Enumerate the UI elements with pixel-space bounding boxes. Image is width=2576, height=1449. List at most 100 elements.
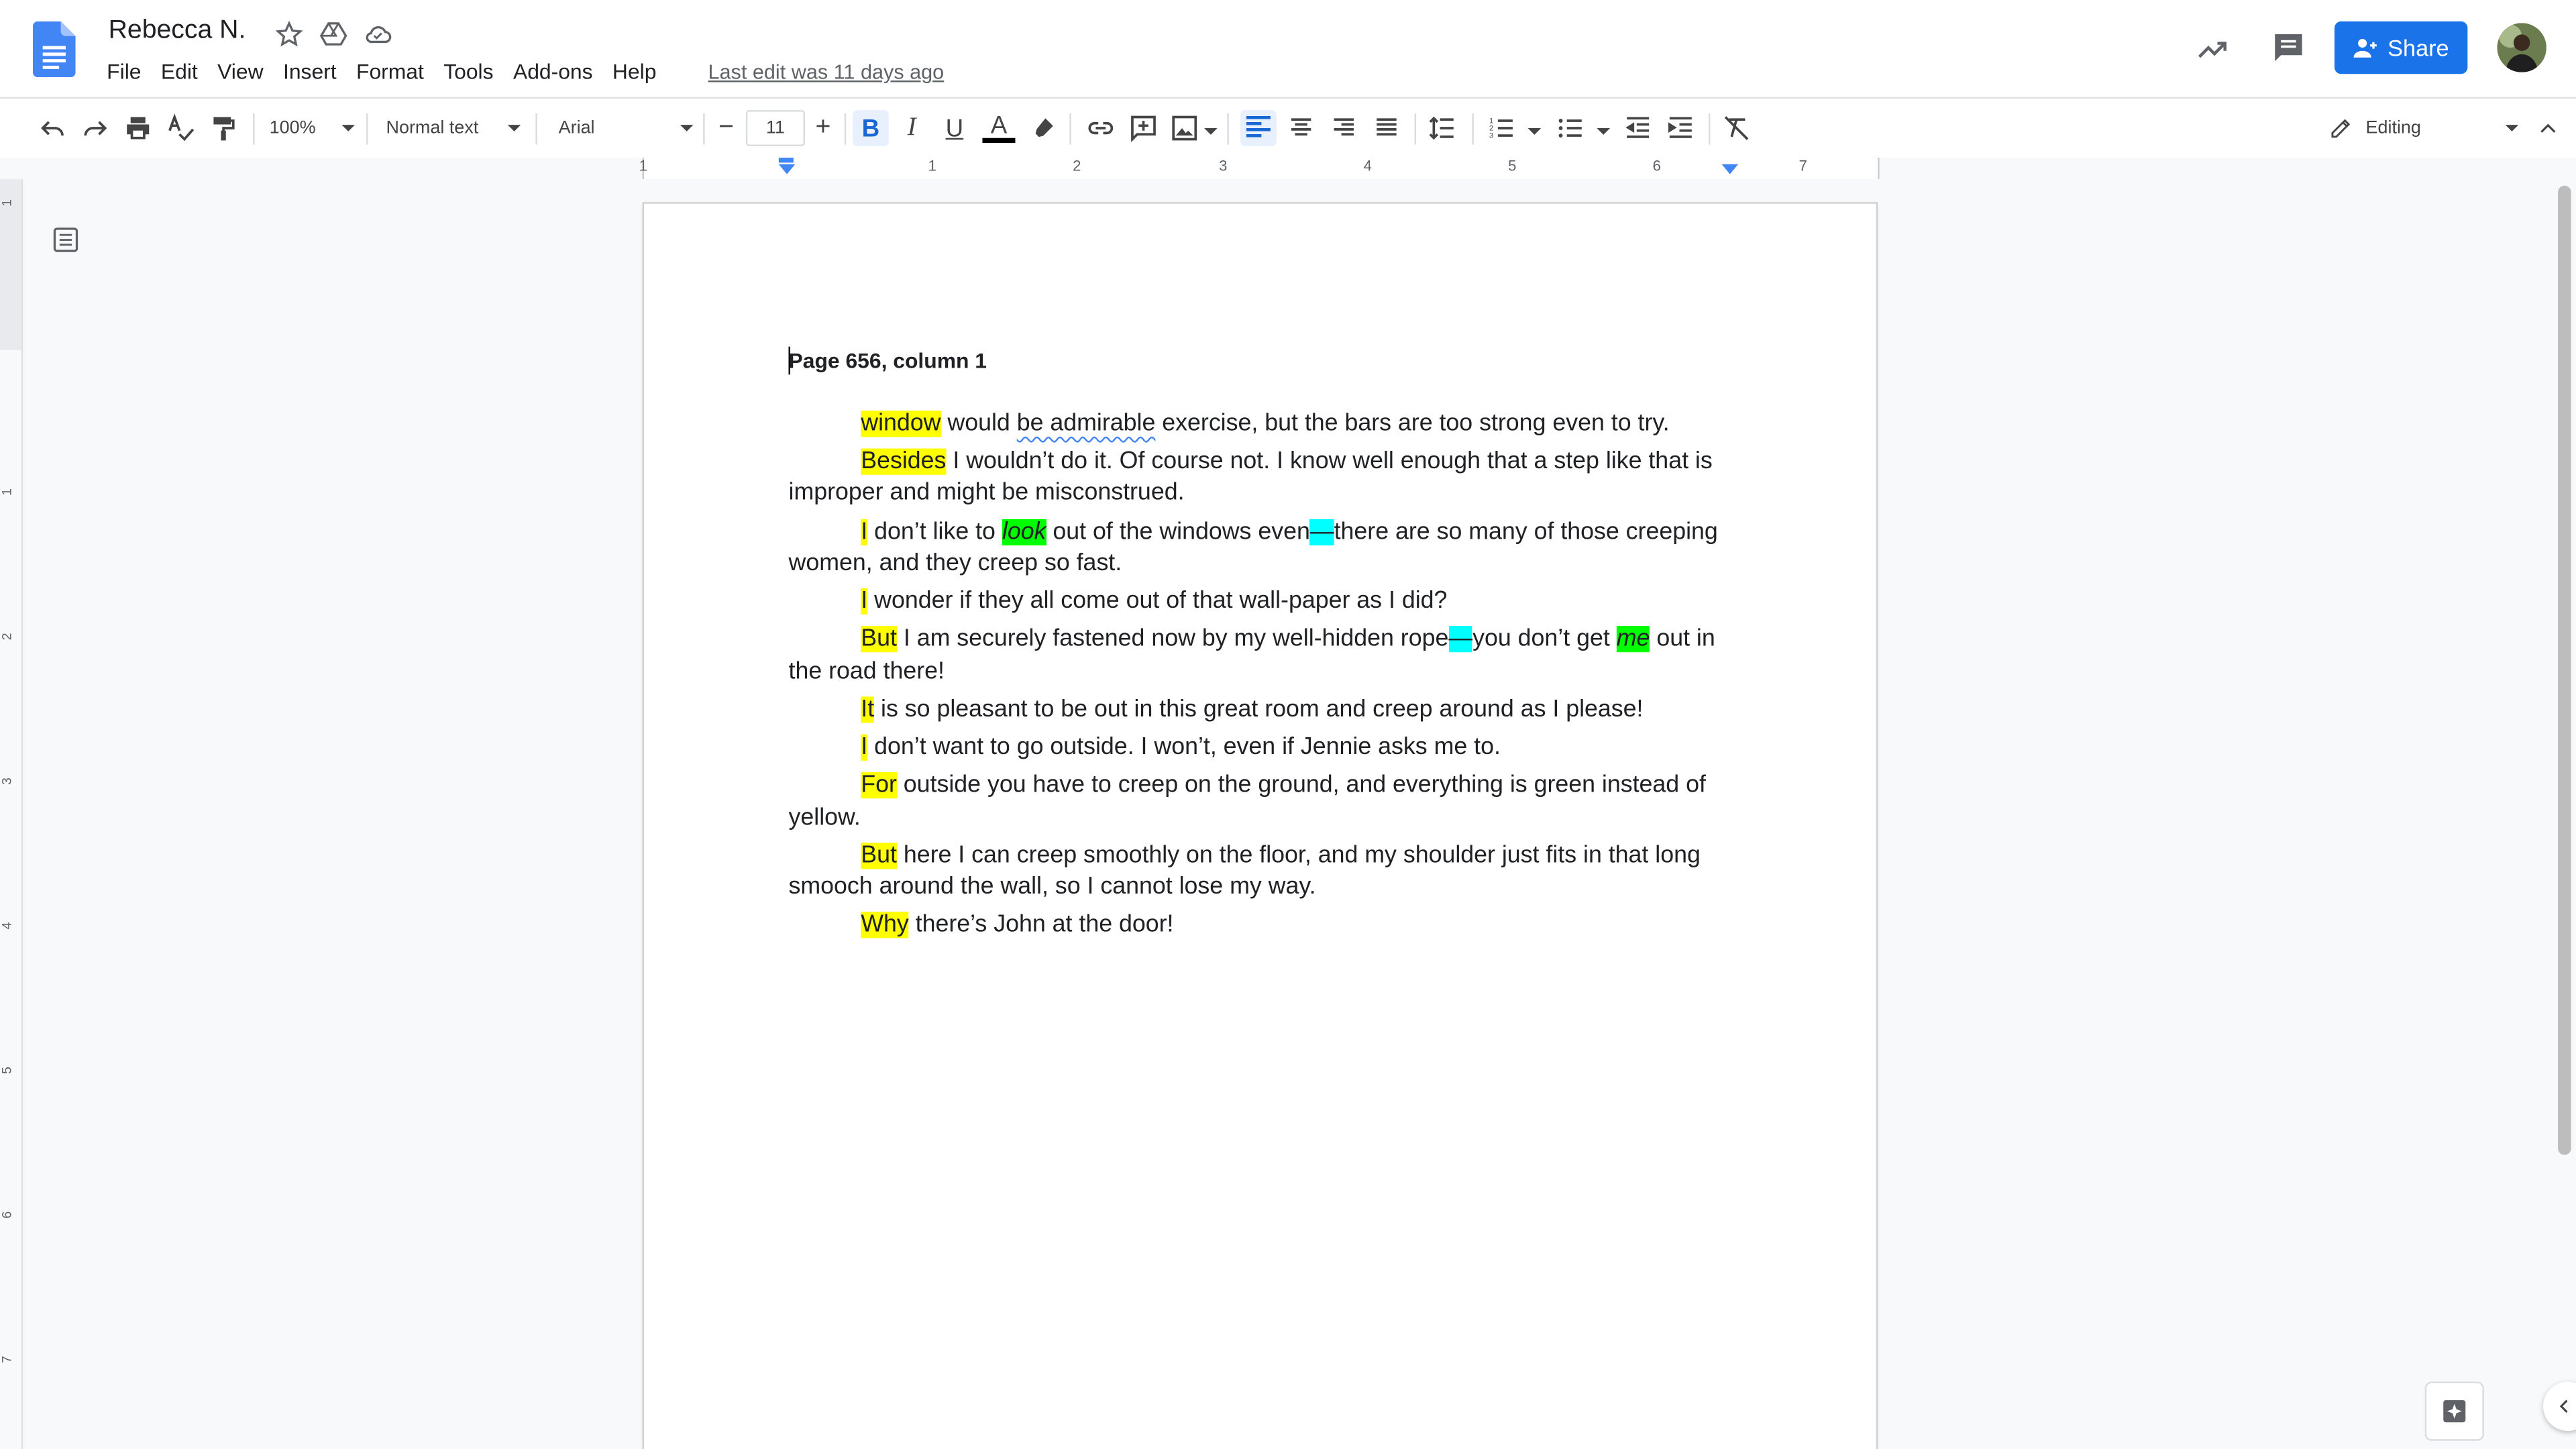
highlighted-text: Why [861,912,909,938]
highlighted-text: — [1309,519,1334,545]
ruler-number: 7 [0,1356,15,1363]
first-line-indent-marker[interactable] [778,158,794,163]
left-indent-marker[interactable] [778,164,796,174]
font-select[interactable]: Arial [559,112,694,145]
menu-file[interactable]: File [107,59,141,84]
ruler-number: 2 [1073,158,1081,174]
highlighted-text: I [861,519,868,545]
ruler-number: 3 [0,777,15,785]
text-run: don’t want to go outside. I won’t, even … [867,734,1501,761]
numbered-list-icon[interactable]: 123 [1487,112,1516,145]
highlight-icon[interactable] [1030,112,1057,145]
share-button[interactable]: Share [2334,21,2468,74]
paragraph: window would be admirable exercise, but … [789,409,1733,441]
right-indent-marker[interactable] [1721,164,1739,174]
align-left-icon[interactable] [1240,110,1277,146]
spellcheck-flagged-text: be admirable [1016,411,1156,437]
decrease-font-size-button[interactable]: − [710,112,743,145]
style-value: Normal text [386,118,479,138]
text-run: is so pleasant to be out in this great r… [874,696,1644,723]
page-heading: Page 656, column 1 [788,348,987,373]
paragraph: But I am securely fastened now by my wel… [789,625,1733,688]
document-body[interactable]: window would be admirable exercise, but … [789,409,1733,949]
last-edit-link[interactable]: Last edit was 11 days ago [708,61,945,84]
increase-font-size-button[interactable]: + [806,112,839,145]
menu-addons[interactable]: Add-ons [513,59,593,84]
menu-help[interactable]: Help [612,59,657,84]
add-comment-icon[interactable] [1128,112,1158,145]
explore-button[interactable] [2424,1381,2484,1441]
print-icon[interactable] [123,112,153,145]
menu-tools[interactable]: Tools [443,59,493,84]
highlighted-text: me [1616,626,1650,653]
link-icon[interactable] [1086,112,1116,145]
ruler-number: 1 [0,488,15,496]
chevron-down-icon[interactable] [1597,128,1611,135]
trending-icon[interactable] [2195,32,2231,68]
toolbar: 100% Normal text Arial − 11 + B I U A 12… [0,97,2576,162]
title-bar: Rebecca N. File Edit View Insert Format … [0,0,2576,97]
collapse-icon[interactable] [2536,112,2559,145]
highlighted-text: I [861,588,868,615]
paragraph: I don’t want to go outside. I won’t, eve… [789,733,1733,764]
font-value: Arial [558,118,595,138]
underline-icon[interactable]: U [940,112,969,145]
menu-format[interactable]: Format [356,59,424,84]
outline-icon[interactable] [51,225,80,255]
document-title[interactable]: Rebecca N. [109,16,246,46]
comment-icon[interactable] [2270,30,2306,66]
paint-format-icon[interactable] [209,112,238,145]
paragraph: For outside you have to creep on the gro… [789,771,1733,835]
chevron-down-icon[interactable] [1527,128,1542,135]
bold-icon[interactable]: B [853,110,889,146]
ruler-number: 3 [1219,158,1228,174]
paragraph: Why there’s John at the door! [789,910,1733,942]
text-color-icon[interactable]: A [982,112,1016,145]
clear-formatting-icon[interactable] [1722,112,1752,145]
italic-icon[interactable]: I [897,112,926,145]
spellcheck-icon[interactable] [166,112,195,145]
style-select[interactable]: Normal text [386,112,521,145]
redo-icon[interactable] [80,112,110,145]
highlighted-text: — [1448,626,1473,653]
paragraph: But here I can creep smoothly on the flo… [789,841,1733,904]
chevron-down-icon[interactable] [1204,128,1218,135]
undo-icon[interactable] [38,112,67,145]
horizontal-ruler[interactable]: 1 1 2 3 4 5 6 7 [0,158,2576,179]
font-size-input[interactable]: 11 [745,110,806,146]
cloud-icon[interactable] [363,19,392,49]
ruler-number: 5 [0,1067,15,1074]
avatar[interactable] [2497,23,2546,72]
bulleted-list-icon[interactable] [1556,112,1585,145]
align-right-icon[interactable] [1329,112,1358,145]
justify-icon[interactable] [1372,112,1401,145]
pencil-icon [2331,119,2351,138]
line-spacing-icon[interactable] [1428,112,1457,145]
menu-bar: File Edit View Insert Format Tools Add-o… [107,59,676,84]
share-label: Share [2387,34,2449,61]
menu-view[interactable]: View [217,59,263,84]
side-panel-toggle[interactable] [2543,1381,2576,1432]
highlighted-text: It [861,696,875,723]
menu-edit[interactable]: Edit [161,59,198,84]
mode-select[interactable]: Editing [2330,112,2519,145]
align-center-icon[interactable] [1287,112,1316,145]
chevron-left-icon [2559,1399,2568,1413]
text-run: wonder if they all come out of that wall… [867,588,1448,615]
docs-logo-icon[interactable] [32,21,76,78]
scrollbar[interactable] [2558,185,2571,1155]
menu-insert[interactable]: Insert [283,59,337,84]
image-icon[interactable] [1170,112,1199,145]
decrease-indent-icon[interactable] [1623,112,1653,145]
star-icon[interactable] [274,19,304,49]
increase-indent-icon[interactable] [1666,112,1695,145]
ruler-number: 4 [1363,158,1372,174]
font-size-value: 11 [765,118,785,138]
drive-icon[interactable] [319,19,348,49]
person-add-icon [2354,38,2377,58]
document-page[interactable]: Page 656, column 1 window would be admir… [644,203,1876,1449]
zoom-select[interactable]: 100% [270,112,355,145]
paragraph: It is so pleasant to be out in this grea… [789,694,1733,726]
chevron-down-icon [680,125,694,131]
vertical-ruler[interactable]: 1 1 2 3 4 5 6 7 [0,178,23,1449]
